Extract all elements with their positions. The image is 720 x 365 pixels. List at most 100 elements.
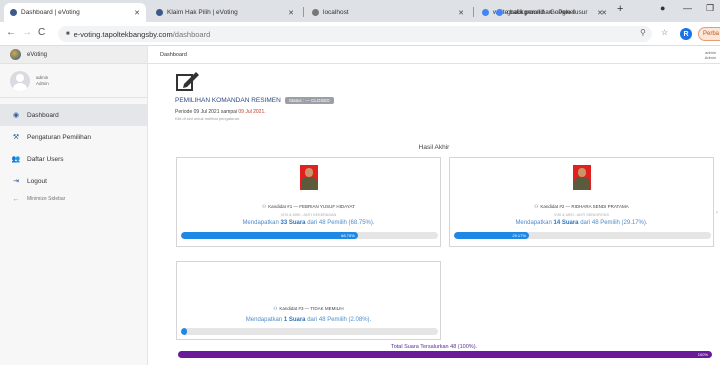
votes-count: 1 Suara bbox=[283, 317, 306, 323]
chevron-right-icon[interactable]: › bbox=[716, 210, 718, 216]
user-role: Admin bbox=[36, 80, 49, 86]
browser-tab-grafik[interactable]: grafik pemilihan - Penelusur ✕ bbox=[490, 3, 613, 22]
browser-tab-localhost[interactable]: localhost ✕ bbox=[306, 3, 470, 22]
evoting-favicon-icon bbox=[156, 9, 163, 16]
browser-tab-klaim[interactable]: Klaim Hak Pilih | eVoting ✕ bbox=[150, 3, 300, 22]
zoom-icon[interactable]: ⚲ bbox=[640, 28, 646, 37]
votes-suffix: dari 48 Pemilih (29.17%). bbox=[580, 220, 648, 226]
candidate-visi-misi: VISI & MISI : ANTI SENIORITAS bbox=[554, 213, 609, 217]
close-tab-icon[interactable]: ✕ bbox=[601, 9, 607, 17]
main-content: PEMILIHAN KOMANDAN RESIMEN Status : — CL… bbox=[148, 64, 720, 365]
candidate-name: Kandidat #2 — RIDHARA SENDI PRATAMA bbox=[540, 204, 629, 209]
sidebar-item-dashboard[interactable]: ◉ Dashboard bbox=[0, 104, 147, 126]
user-avatar bbox=[10, 70, 30, 91]
candidate-votes: Mendapatkan 14 Suara dari 48 Pemilih (29… bbox=[450, 220, 713, 226]
election-title-row: PEMILIHAN KOMANDAN RESIMEN Status : — CL… bbox=[175, 97, 334, 104]
navbar-user-menu[interactable]: admin Admin bbox=[705, 50, 716, 60]
vote-progress-bar bbox=[181, 328, 438, 335]
bookmark-star-icon[interactable]: ☆ bbox=[661, 28, 668, 37]
votes-prefix: Mendapatkan bbox=[242, 220, 279, 226]
breadcrumb: Dashboard bbox=[160, 52, 187, 58]
reload-icon[interactable]: C bbox=[38, 27, 45, 38]
sidebar-item-label: Logout bbox=[27, 177, 47, 185]
person-icon: ⚇ bbox=[262, 204, 267, 209]
top-navbar: Dashboard admin Admin bbox=[148, 46, 720, 64]
globe-icon bbox=[312, 9, 319, 16]
votes-suffix: dari 48 Pemilih (68.75%). bbox=[307, 220, 375, 226]
vote-progress-fill bbox=[181, 328, 188, 335]
update-browser-button[interactable]: Perba bbox=[698, 27, 720, 41]
close-tab-icon[interactable]: ✕ bbox=[458, 9, 464, 17]
sidebar-item-logout[interactable]: ⇥ Logout bbox=[0, 170, 147, 192]
maximize-window-button[interactable]: ❐ bbox=[706, 3, 714, 14]
status-prefix: Status : bbox=[288, 98, 305, 103]
candidate-name: Kandidat #3 — TIDAK MEMILIH bbox=[279, 306, 344, 311]
candidate-name: Kandidat #1 — FEBRIAN YUSUF HIDAYAT bbox=[268, 204, 355, 209]
vote-progress-fill: 29.17% bbox=[454, 232, 529, 239]
sidebar: eVoting admin Admin ◉ Dashboard ⚒ Pengat… bbox=[0, 46, 148, 365]
profile-avatar[interactable]: R bbox=[680, 28, 692, 40]
browser-toolbar: ← → C ■ e-voting.tapoltekbangsby.com/das… bbox=[0, 22, 720, 46]
url-path: /dashboard bbox=[172, 29, 211, 39]
evoting-logo bbox=[10, 49, 21, 60]
candidate-card: ⚇ Kandidat #2 — RIDHARA SENDI PRATAMA VIS… bbox=[449, 157, 714, 247]
minimize-label: Minimize Sidebar bbox=[27, 196, 66, 202]
candidate-card: ⚇ Kandidat #3 — TIDAK MEMILIH Mendapatkan… bbox=[176, 261, 441, 340]
period-start: 09 Jul 2021 bbox=[193, 109, 220, 115]
candidate-name-row: ⚇ Kandidat #2 — RIDHARA SENDI PRATAMA bbox=[450, 204, 713, 210]
tab-title: Klaim Hak Pilih | eVoting bbox=[167, 9, 238, 16]
votes-suffix: dari 48 Pemilih (2.08%). bbox=[307, 317, 372, 323]
status-value: CLOSED bbox=[311, 98, 330, 103]
total-votes-fill: 100% bbox=[178, 351, 712, 358]
candidate-card: ⚇ Kandidat #1 — FEBRIAN YUSUF HIDAYAT VIS… bbox=[176, 157, 441, 247]
tab-title: grafik pemilihan - Penelusur bbox=[507, 9, 588, 16]
tab-title: Dashboard | eVoting bbox=[21, 9, 80, 16]
person-icon: ⚇ bbox=[273, 306, 278, 311]
sidebar-brand[interactable]: eVoting bbox=[0, 46, 147, 64]
candidate-votes: Mendapatkan 1 Suara dari 48 Pemilih (2.0… bbox=[177, 317, 440, 323]
wrench-icon: ⚒ bbox=[12, 134, 20, 141]
sidebar-item-label: Dashboard bbox=[27, 111, 59, 119]
results-heading: Hasil Akhir bbox=[418, 144, 450, 151]
candidate-name-row: ⚇ Kandidat #1 — FEBRIAN YUSUF HIDAYAT bbox=[177, 204, 440, 210]
sidebar-user-panel: admin Admin bbox=[0, 64, 147, 98]
new-tab-button[interactable]: + bbox=[617, 3, 623, 15]
total-votes-bar: 100% bbox=[178, 351, 712, 358]
vote-progress-bar: 29.17% bbox=[454, 232, 711, 239]
url-host: e-voting.tapoltekbangsby.com bbox=[73, 29, 173, 39]
settings-hint-link[interactable]: Klik di sini untuk melihat pengaturan. bbox=[175, 116, 240, 121]
total-votes-label: Total Suara Tersalurkan 48 (100%). bbox=[390, 344, 478, 350]
period-end: 09 Jul 2021. bbox=[238, 109, 266, 115]
evoting-favicon-icon bbox=[10, 9, 17, 16]
back-arrow-icon[interactable]: ← bbox=[6, 27, 16, 38]
sidebar-item-label: Pengaturan Pemilihan bbox=[27, 133, 91, 141]
minimize-window-button[interactable]: — bbox=[683, 3, 692, 13]
vote-progress-bar: 68.75% bbox=[181, 232, 438, 239]
votes-prefix: Mendapatkan bbox=[245, 317, 283, 323]
edit-icon bbox=[176, 72, 199, 91]
candidate-votes: Mendapatkan 33 Suara dari 48 Pemilih (68… bbox=[177, 220, 440, 226]
forward-arrow-icon[interactable]: → bbox=[22, 27, 32, 38]
period-prefix: Periode bbox=[175, 109, 193, 115]
browser-tab-dashboard[interactable]: Dashboard | eVoting ✕ bbox=[4, 3, 146, 22]
candidate-visi-misi: VISI & MISI : ANTI KEKERASAN bbox=[280, 213, 337, 217]
close-tab-icon[interactable]: ✕ bbox=[288, 9, 294, 17]
sidebar-item-pengaturan[interactable]: ⚒ Pengaturan Pemilihan bbox=[0, 126, 147, 148]
election-period: Periode 09 Jul 2021 sampai 09 Jul 2021. bbox=[175, 109, 266, 115]
election-title: PEMILIHAN KOMANDAN RESIMEN bbox=[175, 97, 281, 104]
tab-search-icon[interactable]: ● bbox=[660, 3, 665, 13]
google-icon bbox=[482, 9, 489, 16]
person-icon: ⚇ bbox=[534, 204, 539, 209]
candidate-name-row: ⚇ Kandidat #3 — TIDAK MEMILIH bbox=[177, 306, 440, 312]
minimize-sidebar-button[interactable]: ← Minimize Sidebar bbox=[0, 192, 147, 206]
close-tab-icon[interactable]: ✕ bbox=[134, 9, 140, 17]
status-badge: Status : — CLOSED bbox=[284, 97, 334, 104]
google-icon bbox=[496, 9, 503, 16]
logout-icon: ⇥ bbox=[13, 178, 19, 185]
arrow-left-icon: ← bbox=[12, 195, 20, 203]
sidebar-item-users[interactable]: 👥 Daftar Users bbox=[0, 148, 147, 170]
sidebar-item-label: Daftar Users bbox=[27, 155, 64, 163]
address-bar[interactable]: ■ e-voting.tapoltekbangsby.com/dashboard bbox=[58, 26, 652, 42]
votes-count: 14 Suara bbox=[553, 220, 579, 226]
candidate-photo bbox=[573, 165, 591, 190]
